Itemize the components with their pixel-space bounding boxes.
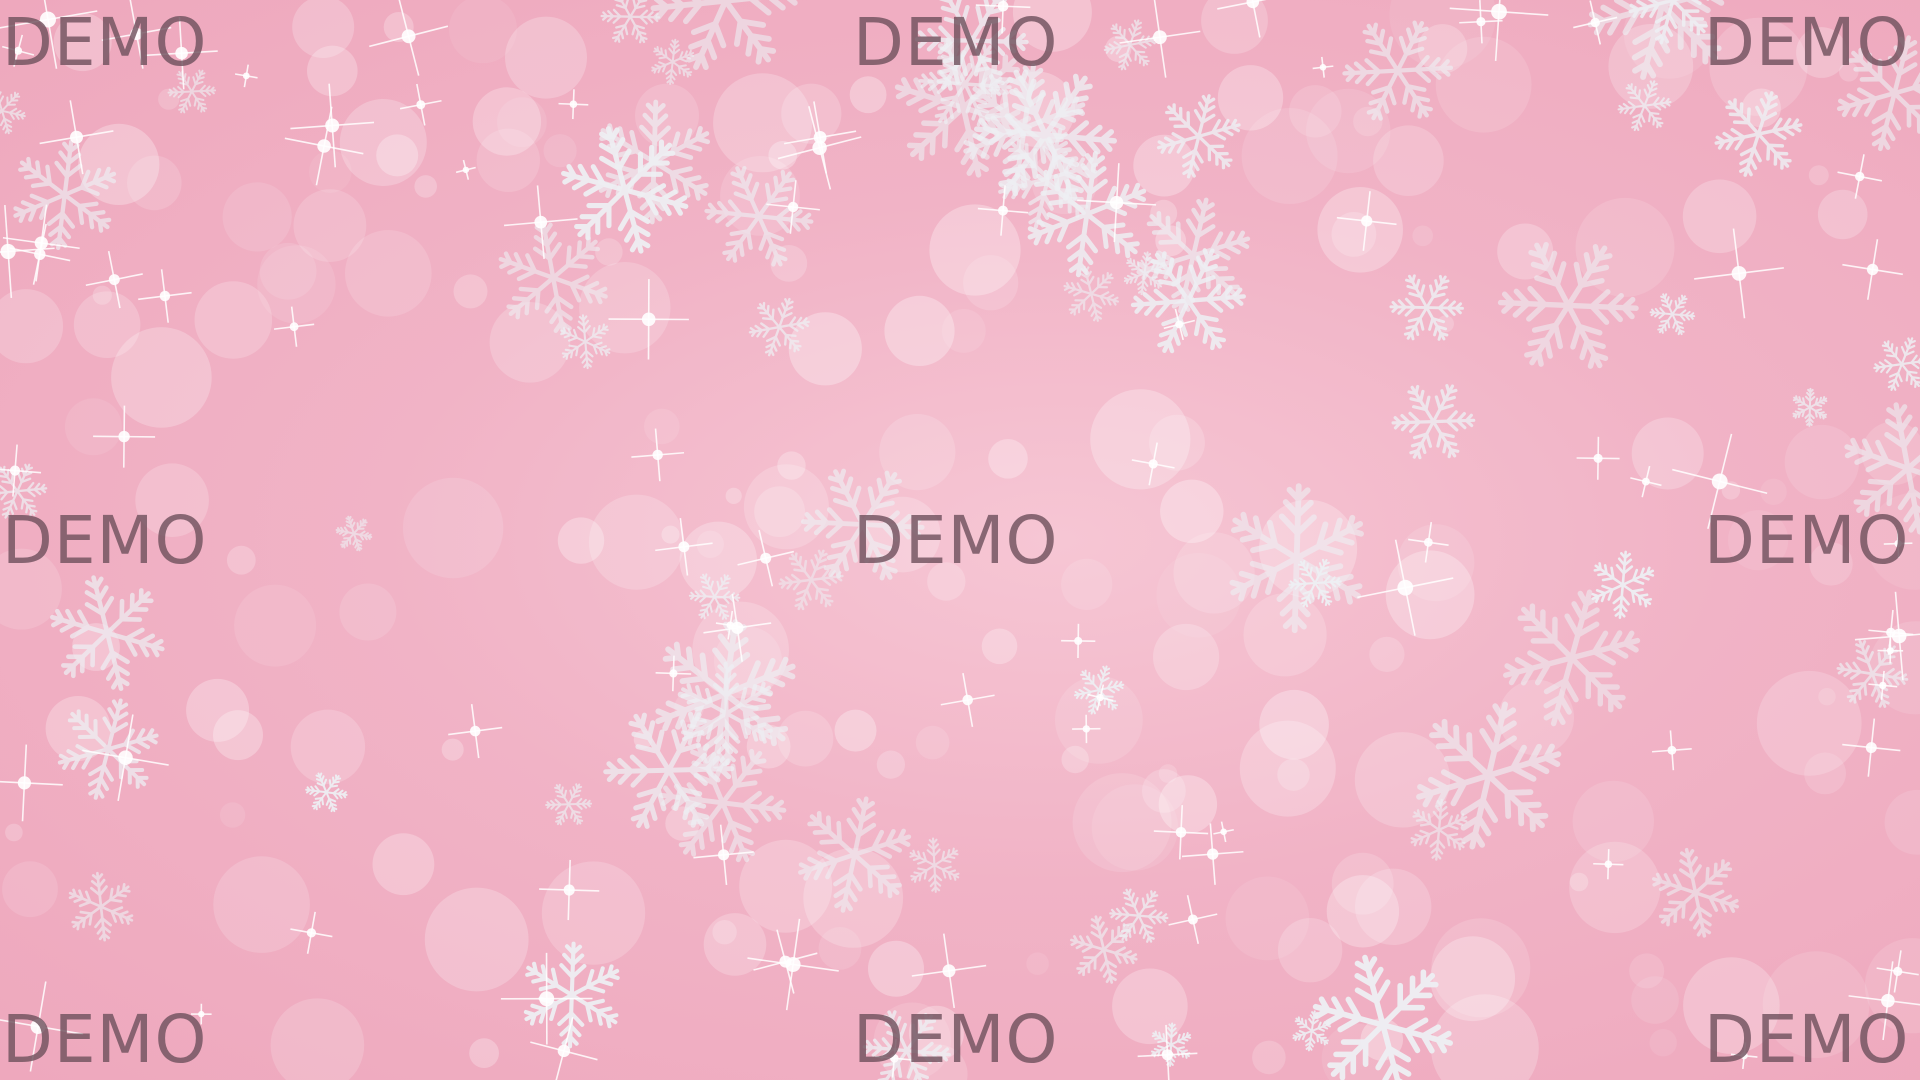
sparkle-icon xyxy=(500,952,593,1045)
sparkle-icon xyxy=(138,269,192,323)
sparkle-icon xyxy=(747,918,839,1011)
sparkle-icon xyxy=(1854,591,1920,681)
sparkle-icon xyxy=(82,714,169,802)
sparkle-icon xyxy=(1072,714,1101,744)
sparkle-icon xyxy=(1077,163,1157,243)
sparkle-icon xyxy=(39,100,114,175)
watermark-middle-left: DEMO xyxy=(2,502,208,579)
sparkle-icon xyxy=(1181,823,1244,885)
sparkle-icon xyxy=(655,518,713,576)
sparkle-icon xyxy=(1217,0,1289,38)
sparkle-icon xyxy=(530,1017,598,1080)
watermark-bottom-left: DEMO xyxy=(2,1001,208,1078)
sparkle-icon xyxy=(1842,239,1903,300)
sparkle-icon xyxy=(766,180,820,234)
sparkle-icon xyxy=(539,859,600,921)
sparkle-icon xyxy=(693,824,754,886)
sparkle-icon xyxy=(1087,684,1114,711)
sparkle-icon xyxy=(737,529,795,587)
sparkle-icon xyxy=(369,0,449,76)
sparkle-icon xyxy=(1131,442,1175,486)
sparkle-icon xyxy=(1336,191,1397,251)
sparkle-icon xyxy=(1694,228,1784,319)
sparkle-icon xyxy=(448,704,503,759)
sparkle-icon xyxy=(290,83,375,168)
sparkle-icon xyxy=(1842,718,1901,777)
sparkle-icon xyxy=(93,405,156,468)
sparkle-icon xyxy=(1137,1024,1198,1080)
sparkle-icon xyxy=(503,185,578,260)
sparkle-icon xyxy=(399,83,442,126)
watermark-bottom-right: DEMO xyxy=(1704,1001,1910,1078)
sparkle-icon xyxy=(1868,670,1898,700)
sparkle-icon xyxy=(0,744,63,822)
sparkle-icon xyxy=(703,593,772,662)
sparkle-icon xyxy=(1168,895,1218,944)
sparkle-icon xyxy=(1630,465,1662,498)
sparkle-icon xyxy=(1312,56,1334,78)
sparkle-icon xyxy=(284,106,364,186)
sparkle-icon xyxy=(977,185,1029,236)
sparkle-icon xyxy=(1449,0,1549,62)
sparkle-icon xyxy=(631,428,685,482)
sparkle-icon xyxy=(290,911,333,954)
sparkle-icon xyxy=(655,655,692,692)
sparkle-icon xyxy=(753,929,818,994)
watermark-bottom-center: DEMO xyxy=(853,1001,1059,1078)
watermark-middle-center: DEMO xyxy=(853,502,1059,579)
sparkle-icon xyxy=(1876,950,1919,993)
watermark-top-left: DEMO xyxy=(2,4,208,81)
sparkle-icon xyxy=(1357,539,1454,636)
sparkle-icon xyxy=(1163,308,1196,341)
sparkle-icon xyxy=(273,306,315,347)
sparkle-icon xyxy=(1576,436,1620,480)
sparkle-icon xyxy=(940,672,995,728)
demo-background-image: DEMO DEMO DEMO DEMO DEMO DEMO DEMO DEMO … xyxy=(0,0,1920,1080)
watermark-middle-right: DEMO xyxy=(1704,502,1910,579)
sparkle-icon xyxy=(1573,0,1618,45)
sparkle-icon xyxy=(558,89,589,120)
sparkle-icon xyxy=(1213,821,1234,843)
sparkle-icon xyxy=(1593,849,1624,880)
sparkle-icon xyxy=(0,444,42,497)
sparkle-icon xyxy=(608,279,689,360)
sparkle-icon xyxy=(783,101,857,174)
sparkle-icon xyxy=(1651,730,1692,771)
sparkle-icon xyxy=(85,250,143,309)
sparkle-icon xyxy=(234,64,258,88)
sparkle-icon xyxy=(777,105,862,190)
sparkle-icon xyxy=(1061,623,1096,659)
watermark-top-right: DEMO xyxy=(1704,4,1910,81)
sparkle-icon xyxy=(1837,154,1883,199)
sparkle-icon xyxy=(1153,805,1209,860)
sparkle-icon xyxy=(1119,0,1201,78)
sparkle-icon xyxy=(1408,521,1449,563)
watermark-top-center: DEMO xyxy=(853,4,1059,81)
sparkle-icon xyxy=(455,159,476,180)
